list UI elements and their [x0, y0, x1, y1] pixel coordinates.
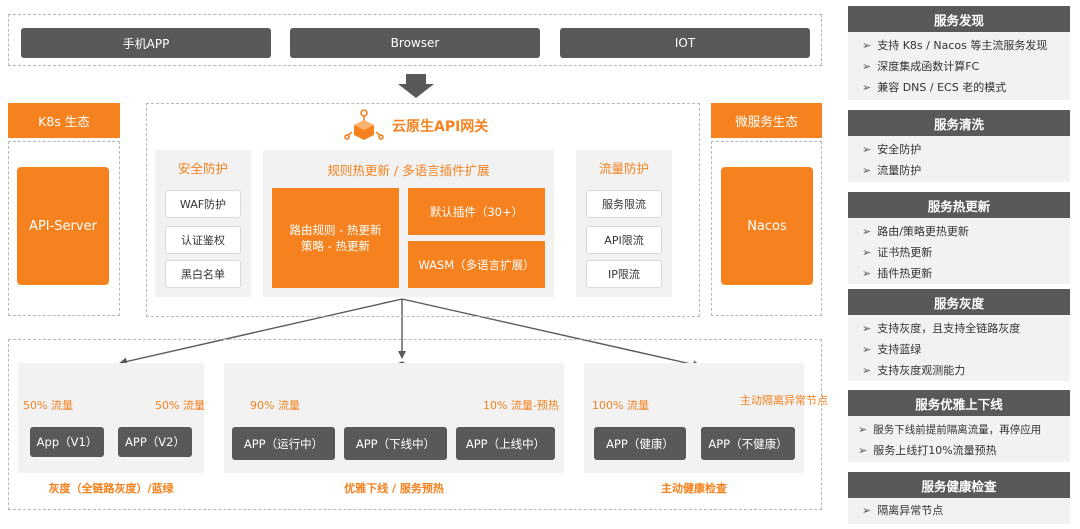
app-v2: APP（V2） — [118, 427, 192, 457]
feature-item-text: 支持 K8s / Nacos 等主流服务发现 — [877, 39, 1048, 52]
gateway-cubes-icon — [344, 109, 384, 140]
s3-label-left: 100% 流量 — [592, 399, 649, 412]
feature-item-text: 路由/策略更热更新 — [877, 225, 969, 238]
app-healthy: APP（健康） — [594, 427, 686, 460]
feature-item: ➢ 流量防护 — [848, 160, 1070, 181]
feature-discovery-header: 服务发现 — [848, 6, 1070, 32]
feature-hot-update-header: 服务热更新 — [848, 192, 1070, 218]
feature-item: ➢ 支持灰度，且支持全链路灰度 — [848, 318, 1070, 339]
feature-item: ➢ 服务下线前提前隔离流量，再停应用 — [848, 419, 1070, 440]
feature-item: ➢ 支持 K8s / Nacos 等主流服务发现 — [848, 35, 1070, 56]
feature-item: ➢ 插件热更新 — [848, 263, 1070, 284]
feature-gray-list: ➢ 支持灰度，且支持全链路灰度 ➢ 支持蓝绿 ➢ 支持灰度观测能力 — [848, 315, 1070, 381]
triangle-bullet-icon: ➢ — [862, 322, 872, 335]
feature-item-text: 深度集成函数计算FC — [877, 60, 980, 73]
triangle-bullet-icon: ➢ — [862, 81, 872, 94]
security-title: 安全防护 — [177, 161, 228, 176]
triangle-bullet-icon: ➢ — [862, 60, 872, 73]
triangle-bullet-icon: ➢ — [858, 444, 868, 457]
security-item-auth: 认证鉴权 — [165, 226, 241, 254]
feature-item: ➢ 兼容 DNS / ECS 老的模式 — [848, 77, 1070, 98]
security-item-waf: WAF防护 — [165, 190, 241, 218]
s1-label-left: 50% 流量 — [23, 399, 73, 412]
route-hot-update-line1: 路由规则 - 热更新 — [289, 223, 382, 237]
triangle-bullet-icon: ➢ — [862, 364, 872, 377]
feature-item: ➢ 安全防护 — [848, 139, 1070, 160]
triangle-bullet-icon: ➢ — [862, 164, 872, 177]
feature-item-text: 插件热更新 — [877, 267, 933, 280]
feature-graceful-header: 服务优雅上下线 — [848, 390, 1070, 416]
traffic-title: 流量防护 — [598, 161, 649, 176]
k8s-eco-header: K8s 生态 — [8, 103, 120, 138]
api-server-box: API-Server — [17, 167, 109, 285]
s2-label-left: 90% 流量 — [250, 399, 300, 412]
down-arrow-icon — [398, 74, 434, 98]
app-going-offline: APP（下线中） — [344, 427, 447, 460]
s1-label-right: 50% 流量 — [155, 399, 205, 412]
feature-item: ➢ 隔离异常节点 — [848, 500, 1070, 521]
nacos-box: Nacos — [721, 167, 813, 285]
feature-item-text: 流量防护 — [877, 164, 922, 177]
client-iot: IOT — [560, 28, 810, 58]
s2-label-right: 10% 流量-预热 — [483, 399, 559, 412]
feature-item: ➢ 支持灰度观测能力 — [848, 360, 1070, 381]
feature-item: ➢ 深度集成函数计算FC — [848, 56, 1070, 77]
client-browser: Browser — [290, 28, 540, 58]
triangle-bullet-icon: ➢ — [858, 423, 868, 436]
feature-gray-header: 服务灰度 — [848, 289, 1070, 315]
s2-caption: 优雅下线 / 服务预热 — [344, 482, 444, 495]
app-going-online: APP（上线中） — [456, 427, 555, 460]
default-plugins-box: 默认插件（30+） — [408, 188, 545, 235]
s3-caption: 主动健康检查 — [661, 482, 727, 495]
triangle-bullet-icon: ➢ — [862, 267, 872, 280]
wasm-box: WASM（多语言扩展） — [408, 241, 545, 288]
security-item-acl: 黑白名单 — [165, 260, 241, 288]
feature-item-text: 安全防护 — [877, 143, 922, 156]
microservice-eco-header: 微服务生态 — [711, 103, 822, 138]
feature-item-text: 服务上线打10%流量预热 — [873, 444, 997, 457]
app-v1: App（V1） — [30, 427, 104, 457]
triangle-bullet-icon: ➢ — [862, 343, 872, 356]
feature-graceful-list: ➢ 服务下线前提前隔离流量，再停应用 ➢ 服务上线打10%流量预热 — [848, 416, 1070, 462]
gateway-title: 云原生API网关 — [392, 119, 489, 135]
s1-caption: 灰度（全链路灰度）/蓝绿 — [48, 482, 174, 495]
feature-item: ➢ 路由/策略更热更新 — [848, 221, 1070, 242]
s3-label-right: 主动隔离异常节点 — [740, 394, 828, 407]
feature-health-list: ➢ 隔离异常节点 — [848, 498, 1070, 524]
traffic-item-ip-limit: IP限流 — [586, 260, 662, 288]
app-running: APP（运行中） — [232, 427, 335, 460]
feature-item-text: 支持灰度，且支持全链路灰度 — [877, 322, 1021, 335]
triangle-bullet-icon: ➢ — [862, 246, 872, 259]
app-unhealthy: APP（不健康） — [701, 427, 795, 460]
feature-discovery-list: ➢ 支持 K8s / Nacos 等主流服务发现 ➢ 深度集成函数计算FC ➢ 兼容 … — [848, 32, 1070, 100]
feature-item-text: 服务下线前提前隔离流量，再停应用 — [873, 424, 1042, 436]
route-hot-update-box: 路由规则 - 热更新 策略 - 热更新 — [272, 188, 399, 288]
triangle-bullet-icon: ➢ — [862, 504, 872, 517]
triangle-bullet-icon: ➢ — [862, 143, 872, 156]
feature-cleaning-list: ➢ 安全防护 ➢ 流量防护 — [848, 136, 1070, 182]
feature-item-text: 隔离异常节点 — [877, 504, 944, 517]
feature-hot-update-list: ➢ 路由/策略更热更新 ➢ 证书热更新 ➢ 插件热更新 — [848, 218, 1070, 284]
triangle-bullet-icon: ➢ — [862, 225, 872, 238]
client-mobile-app: 手机APP — [21, 28, 271, 58]
route-hot-update-line2: 策略 - 热更新 — [301, 239, 370, 253]
feature-health-header: 服务健康检查 — [848, 472, 1070, 498]
feature-cleaning-header: 服务清洗 — [848, 110, 1070, 136]
feature-item-text: 兼容 DNS / ECS 老的模式 — [877, 81, 1007, 94]
feature-item: ➢ 证书热更新 — [848, 242, 1070, 263]
feature-item: ➢ 服务上线打10%流量预热 — [848, 440, 1070, 461]
traffic-item-api-limit: API限流 — [586, 226, 662, 254]
triangle-bullet-icon: ➢ — [862, 39, 872, 52]
feature-item-text: 证书热更新 — [877, 246, 933, 259]
traffic-item-service-limit: 服务限流 — [586, 190, 662, 218]
feature-item-text: 支持灰度观测能力 — [877, 364, 966, 377]
rules-title: 规则热更新 / 多语言插件扩展 — [327, 163, 490, 178]
feature-item: ➢ 支持蓝绿 — [848, 339, 1070, 360]
feature-item-text: 支持蓝绿 — [877, 343, 922, 356]
